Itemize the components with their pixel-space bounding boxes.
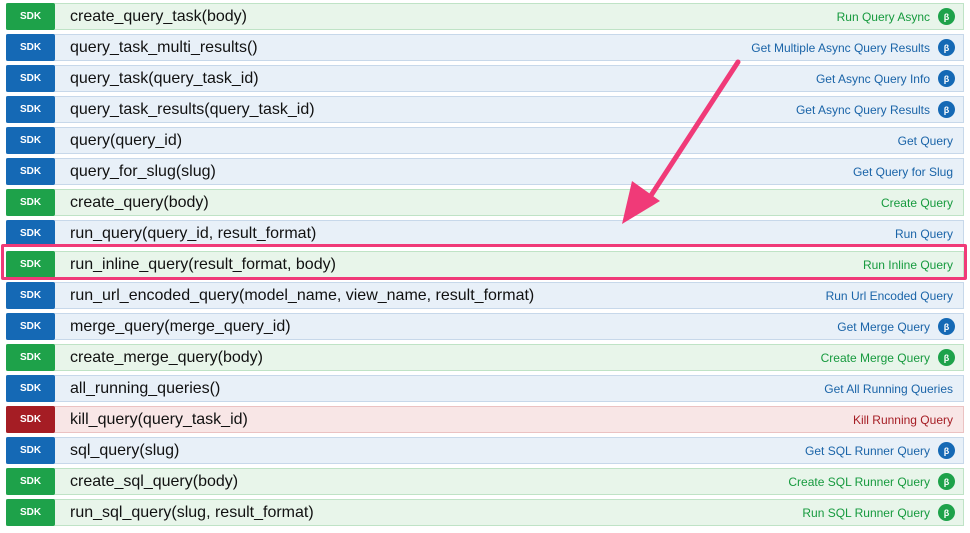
sdk-badge[interactable]: SDK — [6, 437, 55, 464]
endpoint-description: Get All Running Queries — [824, 381, 953, 396]
endpoint-signature[interactable]: all_running_queries() — [70, 380, 824, 398]
beta-icon: β — [938, 473, 955, 490]
endpoint-signature[interactable]: run_url_encoded_query(model_name, view_n… — [70, 287, 826, 305]
endpoint-row[interactable]: SDK query_task_results(query_task_id) Get … — [6, 96, 964, 123]
beta-icon: β — [938, 318, 955, 335]
sdk-badge[interactable]: SDK — [6, 3, 55, 30]
endpoint-signature[interactable]: query_task_results(query_task_id) — [70, 101, 796, 119]
endpoint-description: Run Inline Query — [862, 257, 953, 272]
endpoint-description: Create Query — [880, 195, 953, 210]
endpoint-signature[interactable]: sql_query(slug) — [70, 442, 805, 460]
endpoint-description: Run SQL Runner Query — [802, 505, 930, 520]
endpoint-signature[interactable]: run_query(query_id, result_format) — [70, 225, 895, 243]
beta-icon: β — [938, 101, 955, 118]
sdk-badge[interactable]: SDK — [6, 96, 55, 123]
endpoint-row[interactable]: SDK run_inline_query(result_format, body)… — [6, 251, 964, 278]
sdk-badge[interactable]: SDK — [6, 251, 55, 278]
sdk-badge[interactable]: SDK — [6, 65, 55, 92]
endpoint-description: Kill Running Query — [852, 412, 953, 427]
sdk-badge[interactable]: SDK — [6, 468, 55, 495]
endpoint-description: Get SQL Runner Query — [805, 443, 930, 458]
endpoint-description: Run Url Encoded Query — [825, 288, 953, 303]
endpoint-row[interactable]: SDK create_query(body) Create Query — [6, 189, 964, 216]
endpoint-description: Create Merge Query — [820, 350, 930, 365]
sdk-badge[interactable]: SDK — [6, 127, 55, 154]
beta-icon: β — [938, 504, 955, 521]
endpoint-signature[interactable]: create_sql_query(body) — [70, 473, 788, 491]
endpoint-row[interactable]: SDK query(query_id) Get Query — [6, 127, 964, 154]
endpoint-description: Get Multiple Async Query Results — [751, 40, 930, 55]
sdk-badge[interactable]: SDK — [6, 189, 55, 216]
sdk-badge[interactable]: SDK — [6, 34, 55, 61]
sdk-badge[interactable]: SDK — [6, 313, 55, 340]
beta-icon: β — [938, 8, 955, 25]
endpoint-row[interactable]: SDK query_task_multi_results() Get Multipl… — [6, 34, 964, 61]
beta-icon: β — [938, 70, 955, 87]
endpoint-row[interactable]: SDK query_for_slug(slug) Get Query for Slu… — [6, 158, 964, 185]
beta-icon: β — [938, 39, 955, 56]
sdk-badge[interactable]: SDK — [6, 406, 55, 433]
endpoint-signature[interactable]: create_query(body) — [70, 194, 881, 212]
endpoint-description: Get Async Query Info — [815, 71, 930, 86]
sdk-badge[interactable]: SDK — [6, 282, 55, 309]
endpoint-row[interactable]: SDK merge_query(merge_query_id) Get Merge … — [6, 313, 964, 340]
endpoint-signature[interactable]: run_sql_query(slug, result_format) — [70, 504, 802, 522]
endpoint-description: Create SQL Runner Query — [788, 474, 930, 489]
beta-icon: β — [938, 442, 955, 459]
endpoint-row[interactable]: SDK create_sql_query(body) Create SQL Runn… — [6, 468, 964, 495]
endpoint-row[interactable]: SDK create_query_task(body) Run Query Asyn… — [6, 3, 964, 30]
endpoint-row[interactable]: SDK query_task(query_task_id) Get Async Qu… — [6, 65, 964, 92]
endpoint-signature[interactable]: query_for_slug(slug) — [70, 163, 853, 181]
sdk-badge[interactable]: SDK — [6, 375, 55, 402]
endpoint-row[interactable]: SDK kill_query(query_task_id) Kill Running… — [6, 406, 964, 433]
endpoint-row[interactable]: SDK run_sql_query(slug, result_format) Run… — [6, 499, 964, 526]
sdk-badge[interactable]: SDK — [6, 344, 55, 371]
endpoint-row[interactable]: SDK create_merge_query(body) Create Merge … — [6, 344, 964, 371]
endpoint-signature[interactable]: kill_query(query_task_id) — [70, 411, 853, 429]
endpoint-row[interactable]: SDK sql_query(slug) Get SQL Runner Query β — [6, 437, 964, 464]
endpoint-description: Run Query Async — [836, 9, 930, 24]
beta-icon: β — [938, 349, 955, 366]
endpoint-description: Get Merge Query — [837, 319, 930, 334]
endpoint-signature[interactable]: run_inline_query(result_format, body) — [70, 256, 863, 274]
endpoint-row[interactable]: SDK run_url_encoded_query(model_name, vie… — [6, 282, 964, 309]
endpoint-signature[interactable]: merge_query(merge_query_id) — [70, 318, 837, 336]
endpoint-signature[interactable]: query_task(query_task_id) — [70, 70, 816, 88]
endpoint-row[interactable]: SDK all_running_queries() Get All Running … — [6, 375, 964, 402]
sdk-badge[interactable]: SDK — [6, 158, 55, 185]
endpoint-description: Get Query for Slug — [852, 164, 953, 179]
endpoint-list: SDK create_query_task(body) Run Query Asyn… — [6, 3, 964, 530]
endpoint-signature[interactable]: create_query_task(body) — [70, 8, 837, 26]
endpoint-signature[interactable]: create_merge_query(body) — [70, 349, 821, 367]
sdk-badge[interactable]: SDK — [6, 499, 55, 526]
endpoint-row[interactable]: SDK run_query(query_id, result_format) Run… — [6, 220, 964, 247]
endpoint-description: Get Query — [897, 133, 953, 148]
endpoint-description: Get Async Query Results — [795, 102, 930, 117]
endpoint-signature[interactable]: query(query_id) — [70, 132, 898, 150]
endpoint-description: Run Query — [894, 226, 953, 241]
endpoint-signature[interactable]: query_task_multi_results() — [70, 39, 751, 57]
sdk-badge[interactable]: SDK — [6, 220, 55, 247]
